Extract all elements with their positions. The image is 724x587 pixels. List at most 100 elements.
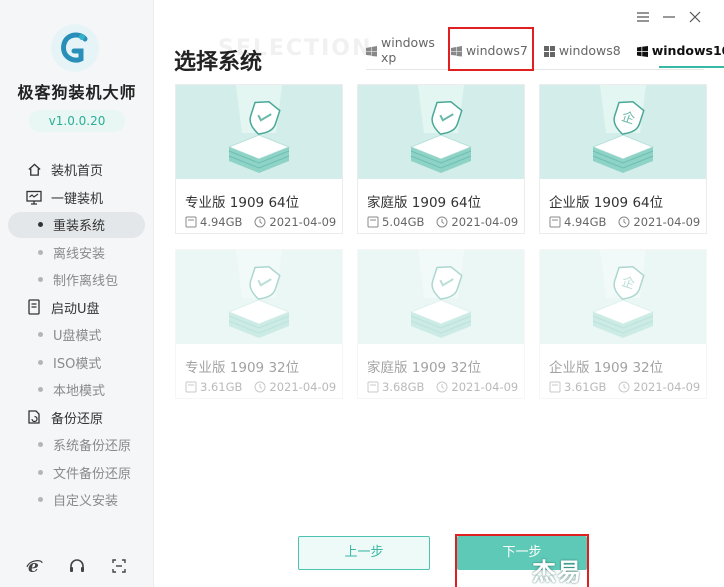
- bullet-dot: [38, 249, 43, 255]
- system-card-date: 2021-04-09: [269, 380, 337, 394]
- windows-legacy-icon: [366, 45, 377, 56]
- system-card-size: 3.61GB: [200, 380, 243, 394]
- nav-offline-install[interactable]: 离线安装: [0, 239, 154, 267]
- nav-iso-mode[interactable]: ISO模式: [0, 349, 154, 377]
- system-thumbnail: [358, 250, 524, 344]
- system-card[interactable]: 家庭版 1909 64位 5.04GB 2021-04-09: [357, 84, 525, 234]
- menu-icon[interactable]: [636, 10, 650, 24]
- nav-home-label: 装机首页: [51, 164, 104, 180]
- bullet-dot: [38, 359, 43, 365]
- os-tabs: windows xp windows7 windows8 windows10: [366, 35, 724, 70]
- system-card[interactable]: 企企业版 1909 32位 3.61GB 2021-04-09: [539, 249, 707, 399]
- nav-reinstall-system-label: 重装系统: [53, 219, 106, 235]
- nav-home[interactable]: 装机首页: [0, 156, 154, 184]
- system-card[interactable]: 企企业版 1909 64位 4.94GB 2021-04-09: [539, 84, 707, 234]
- nav-reinstall-system[interactable]: 重装系统: [0, 211, 154, 239]
- system-card-meta: 3.61GB 2021-04-09: [549, 380, 700, 394]
- bullet-dot: [38, 387, 43, 393]
- storage-icon: [367, 381, 379, 393]
- system-card-name: 企业版 1909 32位: [549, 360, 664, 376]
- windows7-highlight-frame: [448, 27, 534, 71]
- bullet-dot: [38, 442, 43, 448]
- nav-file-backup-restore-label: 文件备份还原: [53, 466, 132, 482]
- bullet-dot: [38, 469, 43, 475]
- windows-grid-icon: [543, 45, 555, 57]
- system-thumbnail: 企: [540, 85, 706, 179]
- system-card-date: 2021-04-09: [451, 380, 519, 394]
- system-card-size: 4.94GB: [564, 215, 607, 229]
- nav-system-backup-restore[interactable]: 系统备份还原: [0, 431, 154, 459]
- ie-browser-icon[interactable]: e: [25, 556, 45, 576]
- system-thumbnail: [176, 250, 342, 344]
- system-thumbnail: 企: [540, 250, 706, 344]
- clock-icon: [254, 381, 266, 393]
- app-logo: [51, 24, 99, 72]
- storage-icon: [367, 216, 379, 228]
- clock-icon: [436, 381, 448, 393]
- bullet-dot: [38, 497, 43, 503]
- nav-make-offline-package-label: 制作离线包: [53, 274, 119, 290]
- system-card-meta: 5.04GB 2021-04-09: [367, 215, 518, 229]
- storage-icon: [549, 381, 561, 393]
- system-card-date: 2021-04-09: [633, 380, 701, 394]
- corner-watermark: 杰易: [532, 558, 582, 586]
- tab-windows-10[interactable]: windows10: [636, 38, 724, 68]
- expand-icon[interactable]: [109, 556, 129, 576]
- system-card-meta: 4.94GB 2021-04-09: [185, 215, 336, 229]
- system-card[interactable]: 专业版 1909 64位 4.94GB 2021-04-09: [175, 84, 343, 234]
- close-icon[interactable]: [688, 10, 702, 24]
- system-card-name: 家庭版 1909 64位: [367, 195, 482, 211]
- system-card-date: 2021-04-09: [269, 215, 337, 229]
- nav-backup-restore[interactable]: 备份还原: [0, 404, 154, 432]
- storage-icon: [185, 216, 197, 228]
- nav-custom-install[interactable]: 自定义安装: [0, 486, 154, 514]
- nav-iso-mode-label: ISO模式: [53, 356, 102, 372]
- prev-step-button[interactable]: 上一步: [298, 536, 430, 570]
- tab-windows-8[interactable]: windows8: [543, 38, 621, 62]
- system-card-date: 2021-04-09: [451, 215, 519, 229]
- minimize-icon[interactable]: [662, 10, 676, 24]
- nav-make-offline-package[interactable]: 制作离线包: [0, 266, 154, 294]
- system-card-name: 企业版 1909 64位: [549, 195, 664, 211]
- clock-icon: [254, 216, 266, 228]
- nav-one-click-install[interactable]: 一键装机: [0, 184, 154, 212]
- clock-icon: [436, 216, 448, 228]
- tab-windows-8-label: windows8: [558, 42, 621, 58]
- tab-windows-xp-label: windows xp: [381, 35, 435, 65]
- version-badge: v1.0.0.20: [29, 110, 125, 132]
- bullet-dot: [38, 277, 43, 283]
- system-card-meta: 3.68GB 2021-04-09: [367, 380, 518, 394]
- svg-text:e: e: [28, 557, 39, 575]
- sidebar-nav: 装机首页 一键装机 重装系统 离线安装 制作离线包 启动U盘 U盘模式 ISO模…: [0, 156, 154, 514]
- storage-icon: [549, 216, 561, 228]
- nav-local-mode-label: 本地模式: [53, 384, 106, 400]
- nav-usb-mode[interactable]: U盘模式: [0, 321, 154, 349]
- system-card-name: 专业版 1909 32位: [185, 360, 300, 376]
- window-controls: [636, 10, 702, 24]
- system-thumbnail: [358, 85, 524, 179]
- nav-offline-install-label: 离线安装: [53, 246, 106, 262]
- windows10-icon: [636, 45, 648, 57]
- nav-boot-usb[interactable]: 启动U盘: [0, 294, 154, 322]
- storage-icon: [185, 381, 197, 393]
- nav-file-backup-restore[interactable]: 文件备份还原: [0, 459, 154, 487]
- clock-icon: [618, 216, 630, 228]
- sidebar-bottom-icons: e: [0, 556, 154, 576]
- system-card[interactable]: 专业版 1909 32位 3.61GB 2021-04-09: [175, 249, 343, 399]
- system-card-name: 家庭版 1909 32位: [367, 360, 482, 376]
- app-name: 极客狗装机大师: [17, 83, 137, 102]
- nav-local-mode[interactable]: 本地模式: [0, 376, 154, 404]
- system-card[interactable]: 家庭版 1909 32位 3.68GB 2021-04-09: [357, 249, 525, 399]
- system-card-size: 4.94GB: [200, 215, 243, 229]
- system-card-meta: 3.61GB 2021-04-09: [185, 380, 336, 394]
- system-thumbnail: [176, 85, 342, 179]
- bullet-dot: [38, 222, 43, 228]
- nav-one-click-install-label: 一键装机: [51, 191, 104, 207]
- system-card-size: 5.04GB: [382, 215, 425, 229]
- monitor-icon: [25, 188, 43, 206]
- usb-icon: [25, 298, 43, 316]
- nav-system-backup-restore-label: 系统备份还原: [53, 439, 132, 455]
- tab-windows-xp[interactable]: windows xp: [366, 35, 435, 65]
- clock-icon: [618, 381, 630, 393]
- headset-icon[interactable]: [67, 556, 87, 576]
